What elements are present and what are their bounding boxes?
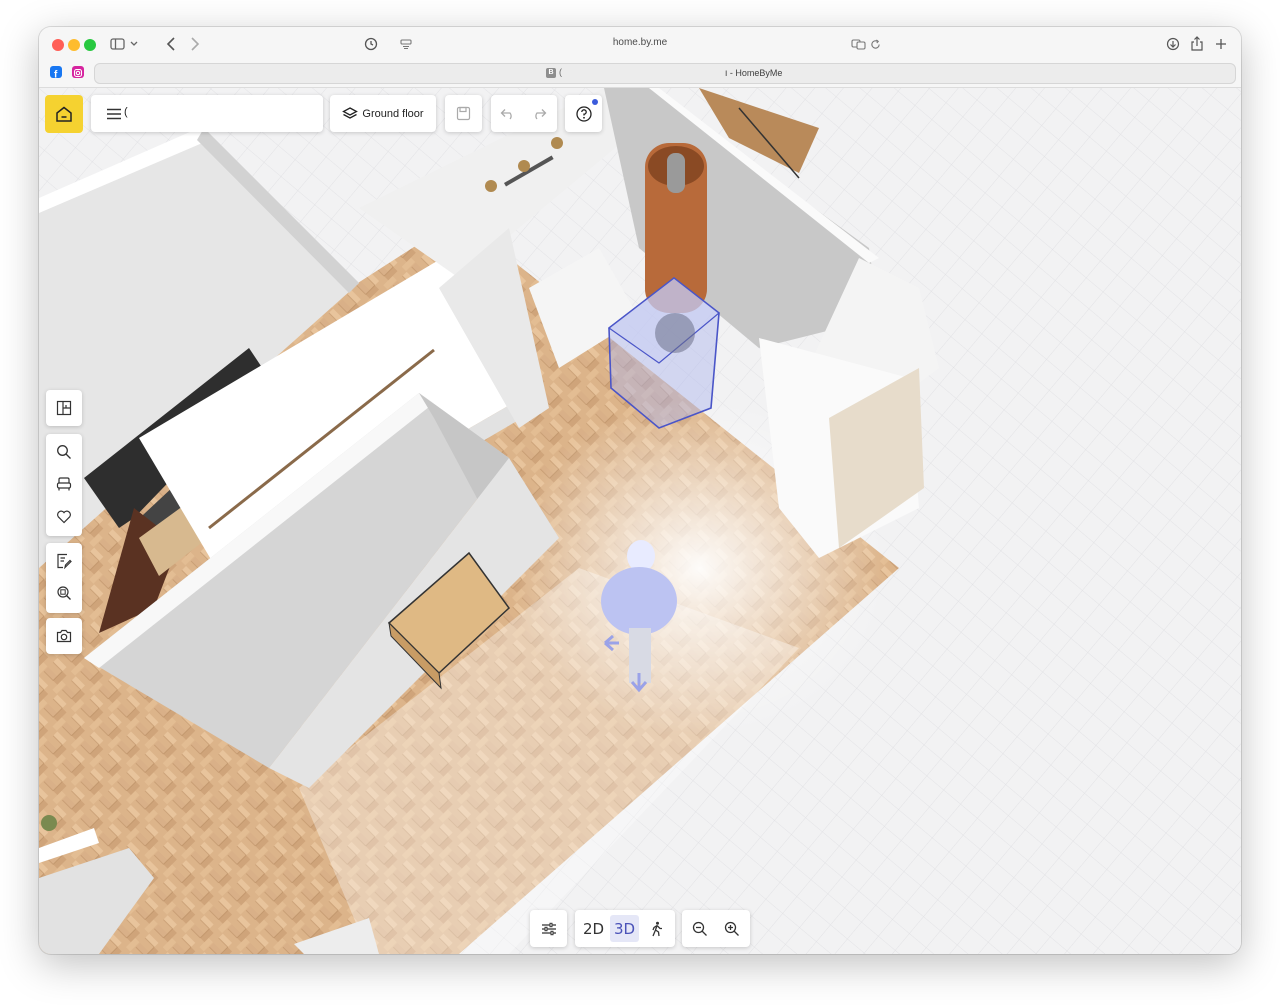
clock-icon bbox=[364, 37, 378, 51]
share-button[interactable] bbox=[1189, 35, 1205, 51]
inspect-button[interactable] bbox=[52, 581, 76, 605]
zoom-controls bbox=[682, 910, 750, 947]
view-mode-switcher: 2D 3D bbox=[575, 910, 675, 947]
edit-tools-group bbox=[46, 543, 82, 613]
floor-selector[interactable]: Ground floor bbox=[330, 95, 436, 132]
plant bbox=[41, 815, 57, 831]
facebook-icon: f bbox=[54, 70, 58, 81]
reader-icon bbox=[400, 39, 412, 50]
search-object-icon bbox=[57, 586, 71, 600]
redo-icon bbox=[535, 109, 547, 120]
hamburger-icon bbox=[107, 108, 121, 120]
forward-button[interactable] bbox=[187, 36, 203, 52]
notification-badge bbox=[592, 99, 598, 105]
undo-icon bbox=[500, 109, 512, 120]
tab-title: ו - HomeByMe bbox=[725, 68, 783, 78]
chevron-left-icon bbox=[166, 37, 175, 51]
snapshot-button[interactable] bbox=[46, 618, 82, 654]
redo-button[interactable] bbox=[527, 102, 551, 126]
project-name: ( bbox=[124, 106, 128, 118]
chevron-right-icon bbox=[191, 37, 200, 51]
reload-icon bbox=[870, 38, 880, 49]
catalog-tools-group bbox=[46, 434, 82, 536]
tab-favicon-suffix: ( bbox=[559, 67, 562, 77]
undo-redo-group bbox=[491, 95, 557, 132]
3d-floorplan-scene[interactable] bbox=[39, 88, 1241, 954]
downloads-button[interactable] bbox=[1165, 36, 1181, 52]
back-button[interactable] bbox=[163, 36, 179, 52]
zoom-window-button[interactable] bbox=[84, 39, 96, 51]
layers-icon bbox=[342, 106, 359, 119]
project-menu-bar[interactable]: ( bbox=[91, 95, 323, 132]
plus-icon bbox=[1216, 39, 1226, 49]
home-button[interactable] bbox=[45, 95, 83, 133]
floor-selector-label: Ground floor bbox=[362, 107, 424, 120]
address-bar[interactable]: home.by.me bbox=[579, 37, 701, 48]
save-button[interactable] bbox=[445, 95, 482, 132]
walk-icon bbox=[651, 921, 662, 936]
hood-chimney bbox=[667, 153, 685, 193]
view-3d-button[interactable]: 3D bbox=[610, 915, 639, 942]
home-icon bbox=[56, 106, 72, 122]
sidebar-icon bbox=[110, 38, 138, 50]
view-2d-button[interactable]: 2D bbox=[579, 915, 608, 942]
furniture-button[interactable] bbox=[52, 472, 76, 496]
cooktop bbox=[655, 313, 695, 353]
facebook-favorite[interactable]: f bbox=[50, 66, 62, 81]
sidebar-toggle-button[interactable] bbox=[109, 36, 139, 52]
close-window-button[interactable] bbox=[52, 39, 64, 51]
zoom-out-icon bbox=[692, 921, 707, 936]
favorites-button[interactable] bbox=[52, 504, 76, 528]
download-icon bbox=[1166, 37, 1180, 51]
browser-titlebar: home.by.me f B ( ו - HomeByMe bbox=[39, 27, 1241, 88]
display-settings-button[interactable] bbox=[530, 910, 567, 947]
floorplan-icon bbox=[56, 400, 72, 416]
instagram-icon bbox=[73, 68, 83, 78]
active-tab[interactable]: B ( ו - HomeByMe bbox=[94, 63, 1236, 84]
edit-note-icon bbox=[57, 553, 72, 569]
translate-icon bbox=[851, 39, 866, 50]
svg-text:f: f bbox=[54, 70, 58, 80]
minimize-window-button[interactable] bbox=[68, 39, 80, 51]
floorplan-tool-button[interactable] bbox=[46, 390, 82, 426]
instagram-favorite[interactable] bbox=[72, 66, 84, 78]
walk-mode-button[interactable] bbox=[642, 915, 671, 942]
heart-icon bbox=[57, 510, 71, 523]
browser-window: home.by.me f B ( ו - HomeByMe (Ground f… bbox=[39, 27, 1241, 954]
help-button[interactable] bbox=[565, 95, 602, 132]
edit-note-button[interactable] bbox=[52, 549, 76, 573]
search-icon bbox=[57, 445, 71, 459]
translate-button[interactable] bbox=[851, 36, 867, 52]
zoom-out-button[interactable] bbox=[687, 916, 712, 941]
floppy-icon bbox=[456, 106, 471, 121]
search-button[interactable] bbox=[52, 440, 76, 464]
menu-button[interactable] bbox=[103, 103, 125, 125]
zoom-in-icon bbox=[724, 921, 739, 936]
camera-icon bbox=[56, 629, 72, 643]
armchair-icon bbox=[56, 477, 72, 491]
3d-viewport[interactable]: ( Ground floor 2D 3D bbox=[39, 88, 1241, 954]
zoom-in-button[interactable] bbox=[719, 916, 744, 941]
reload-button[interactable] bbox=[868, 36, 882, 52]
share-icon bbox=[1191, 35, 1203, 51]
help-circle-icon bbox=[575, 105, 592, 122]
undo-button[interactable] bbox=[496, 102, 520, 126]
reader-button[interactable] bbox=[398, 36, 414, 52]
new-tab-button[interactable] bbox=[1213, 36, 1229, 52]
tab-favicon: B bbox=[546, 68, 556, 78]
history-button[interactable] bbox=[363, 36, 379, 52]
sliders-icon bbox=[541, 922, 556, 935]
